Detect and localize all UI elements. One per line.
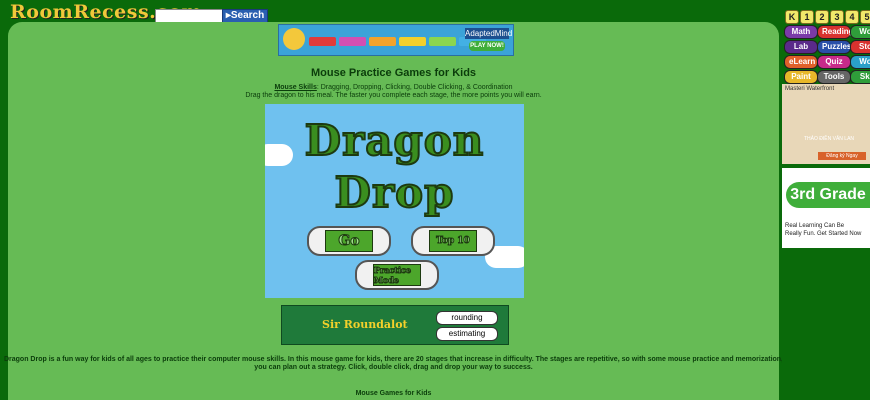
grade-tab[interactable] [339,37,366,46]
mascot-icon [283,28,305,50]
category-reading-button[interactable]: Reading [817,25,854,39]
category-lab-button[interactable]: Lab [784,40,818,54]
top10-label: Top 10 [429,230,477,252]
category-stor-button[interactable]: Stor [850,40,870,54]
skills-list: : Dragging, Dropping, Clicking, Double C… [316,84,513,91]
grade-4-button[interactable]: 4 [845,10,859,24]
category-math-button[interactable]: Math [784,25,818,39]
game-title-dragon: Dragon [304,115,485,166]
search-input[interactable] [155,9,223,23]
sir-roundalot-banner-ad[interactable]: Sir Roundalot rounding estimating [281,305,509,345]
category-elearn-button[interactable]: eLearn [784,55,818,69]
category-skil-button[interactable]: Skil [850,70,870,84]
grade-K-button[interactable]: K [785,10,799,24]
grade-tab[interactable] [429,37,456,46]
dragon-drop-game[interactable]: Dragon Drop Go Top 10 Practice Mode [265,104,524,298]
grade-tabs [309,37,486,46]
ad1-button[interactable]: Đăng ký Ngay [818,152,866,160]
go-label: Go [325,230,373,252]
grade-selector: K123456 [785,10,870,24]
ad2-line1: Real Learning Can Be [785,223,845,229]
practice-mode-button[interactable]: Practice Mode [355,260,439,290]
game-description: Dragon Drop is a fun way for kids of all… [3,356,784,371]
category-puzzles-button[interactable]: Puzzles [817,40,851,54]
grade-2-button[interactable]: 2 [815,10,829,24]
adaptedmind-banner-ad[interactable]: AdaptedMind PLAY NOW! [278,24,514,56]
game-title-drop: Drop [334,167,455,218]
mouse-skills-link[interactable]: Mouse Skills [274,84,316,91]
rounding-tag: rounding [436,311,498,325]
top10-button[interactable]: Top 10 [411,226,495,256]
grade-1-button[interactable]: 1 [800,10,814,24]
go-button[interactable]: Go [307,226,391,256]
page-title: Mouse Practice Games for Kids [310,67,477,79]
grade-tab[interactable] [399,37,426,46]
mouse-games-heading: Mouse Games for Kids [355,390,432,397]
skills-text: Mouse Skills: Dragging, Dropping, Clicki… [0,84,787,100]
category-wor-button[interactable]: Wor [850,25,870,39]
ad2-line2: Really Fun. Get Started Now [785,231,862,237]
sidebar-ad-3rd-grade[interactable]: 3rd Grade Real Learning Can Be Really Fu… [782,168,870,248]
practice-label: Practice Mode [373,264,421,286]
search-button[interactable]: ▸Search [222,9,268,23]
category-quiz-button[interactable]: Quiz [817,55,851,69]
ad2-grade: 3rd Grade [786,182,870,208]
grade-5-button[interactable]: 5 [860,10,870,24]
category-paint-button[interactable]: Paint [784,70,818,84]
category-tools-button[interactable]: Tools [817,70,851,84]
category-wor-button[interactable]: Wor [850,55,870,69]
play-now-button[interactable]: PLAY NOW! [469,41,505,51]
ad-mid-title: Sir Roundalot [322,318,408,331]
instructions: Drag the dragon to his meal. The faster … [245,92,542,99]
ad1-subtitle: THẢO ĐIỀN VĂN LAN [804,136,855,142]
grade-3-button[interactable]: 3 [830,10,844,24]
grade-tab[interactable] [309,37,336,46]
estimating-tag: estimating [436,327,498,341]
sidebar-ad-masteri[interactable]: Masteri Waterfront THẢO ĐIỀN VĂN LAN Đăn… [782,84,870,164]
ad1-title: Masteri Waterfront [785,86,835,92]
ad-brand: AdaptedMind [465,28,513,39]
grade-tab[interactable] [369,37,396,46]
